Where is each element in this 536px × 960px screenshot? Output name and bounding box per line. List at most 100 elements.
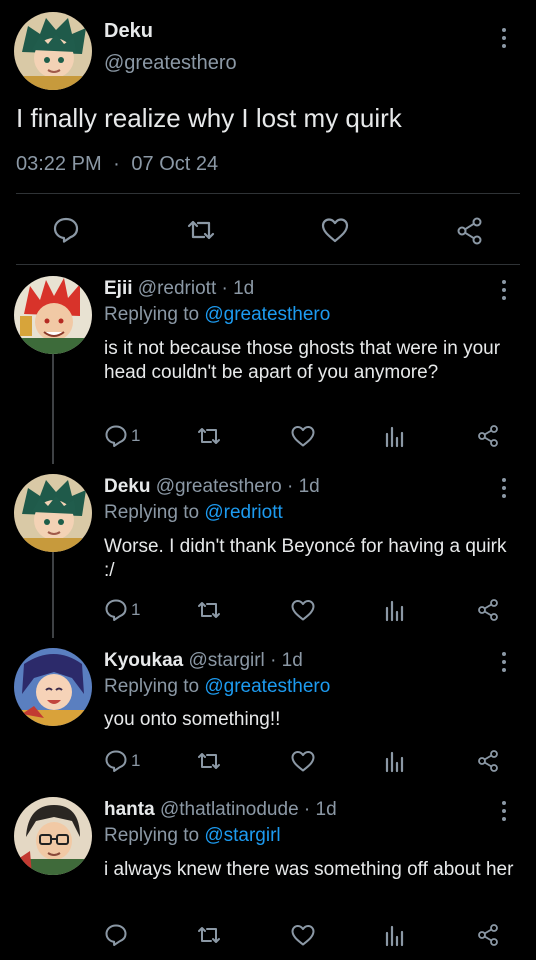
reply-button[interactable]: [104, 923, 128, 947]
stats-button[interactable]: [384, 923, 406, 947]
heart-icon: [291, 751, 315, 772]
reply-icon: [105, 599, 127, 621]
share-button[interactable]: [455, 216, 485, 246]
share-icon: [478, 599, 498, 621]
retweet-icon: [198, 602, 220, 618]
thread-line: [52, 354, 54, 464]
reply-button[interactable]: [52, 216, 80, 244]
reply-author-name[interactable]: Ejii: [104, 278, 133, 299]
reply-header: Kyoukaa @stargirl · 1d: [104, 650, 303, 672]
retweet-button[interactable]: [196, 598, 222, 622]
share-icon: [478, 425, 498, 447]
heart-icon: [291, 600, 315, 621]
replying-label: Replying to: [104, 676, 200, 697]
meta-separator: ·: [221, 278, 228, 299]
meta-separator: ·: [287, 476, 294, 497]
tweet-text: I finally realize why I lost my quirk: [16, 103, 402, 133]
replying-label: Replying to: [104, 502, 200, 523]
reply-text: Worse. I didn't thank Beyoncé for having…: [104, 536, 507, 581]
reply-count: 1: [131, 426, 141, 445]
reply-author-name[interactable]: hanta: [104, 799, 155, 820]
like-button[interactable]: [290, 424, 316, 448]
retweet-icon: [198, 428, 220, 444]
replying-to: Replying to @redriott: [104, 502, 283, 524]
heart-icon: [291, 426, 315, 447]
avatar[interactable]: [14, 474, 92, 552]
author-name[interactable]: Deku: [104, 20, 153, 43]
author-handle[interactable]: @greatesthero: [104, 52, 237, 75]
reply-text: you onto something!!: [104, 709, 281, 730]
share-button[interactable]: [476, 424, 500, 448]
retweet-button[interactable]: [196, 923, 222, 947]
more-dots-icon[interactable]: [498, 478, 510, 498]
tweet-date: 07 Oct 24: [131, 153, 219, 175]
meta-separator: ·: [113, 153, 120, 175]
avatar[interactable]: [14, 276, 92, 354]
mention-link[interactable]: @greatesthero: [204, 676, 330, 697]
reply-author-handle[interactable]: @greatesthero: [156, 476, 282, 497]
divider: [16, 193, 520, 194]
avatar[interactable]: [14, 797, 92, 875]
more-dots-icon[interactable]: [498, 28, 510, 48]
mention-link[interactable]: @greatesthero: [204, 304, 330, 325]
stats-button[interactable]: [384, 424, 406, 448]
like-button[interactable]: [290, 598, 316, 622]
heart-icon: [291, 925, 315, 946]
reply-author-handle[interactable]: @thatlatinodude: [160, 799, 299, 820]
reply-author-handle[interactable]: @redriott: [138, 278, 216, 299]
more-dots-icon[interactable]: [498, 280, 510, 300]
stats-icon: [385, 751, 404, 773]
heart-icon: [321, 218, 349, 243]
reply-time: 1d: [281, 650, 303, 671]
retweet-button[interactable]: [196, 749, 222, 773]
reply-icon: [105, 750, 127, 772]
stats-button[interactable]: [384, 598, 406, 622]
reply-time: 1d: [233, 278, 255, 299]
divider: [16, 264, 520, 265]
stats-icon: [385, 426, 404, 448]
avatar-deku: [14, 12, 92, 90]
share-button[interactable]: [476, 923, 500, 947]
reply-button[interactable]: 1: [104, 749, 140, 773]
reply-count: 1: [131, 600, 141, 619]
tweet-time: 03:22 PM: [16, 153, 102, 175]
meta-separator: ·: [270, 650, 277, 671]
replying-to: Replying to @greatesthero: [104, 676, 330, 698]
reply-icon: [105, 425, 127, 447]
mention-link[interactable]: @redriott: [204, 502, 282, 523]
thread-line: [52, 552, 54, 638]
reply-author-name[interactable]: Deku: [104, 476, 150, 497]
more-dots-icon[interactable]: [498, 652, 510, 672]
avatar[interactable]: [14, 648, 92, 726]
avatar-deku: [14, 474, 92, 552]
replying-label: Replying to: [104, 304, 200, 325]
reply-header: hanta @thatlatinodude · 1d: [104, 799, 337, 821]
share-button[interactable]: [476, 598, 500, 622]
reply-button[interactable]: 1: [104, 424, 140, 448]
tweet-timestamp: 03:22 PM · 07 Oct 24: [16, 153, 218, 176]
stats-icon: [385, 925, 404, 947]
reply-text: is it not because those ghosts that were…: [104, 338, 501, 383]
avatar[interactable]: [14, 12, 92, 90]
reply-text: i always knew there was something off ab…: [104, 859, 514, 880]
stats-button[interactable]: [384, 749, 406, 773]
retweet-icon: [198, 753, 220, 769]
retweet-icon: [187, 220, 215, 240]
like-button[interactable]: [290, 923, 316, 947]
mention-link[interactable]: @stargirl: [204, 825, 280, 846]
reply-icon: [105, 924, 127, 946]
reply-button[interactable]: 1: [104, 598, 140, 622]
reply-author-name[interactable]: Kyoukaa: [104, 650, 183, 671]
reply-author-handle[interactable]: @stargirl: [188, 650, 264, 671]
like-button[interactable]: [320, 216, 350, 244]
more-dots-icon[interactable]: [498, 801, 510, 821]
retweet-button[interactable]: [186, 216, 216, 244]
reply-time: 1d: [298, 476, 320, 497]
retweet-button[interactable]: [196, 424, 222, 448]
replying-to: Replying to @greatesthero: [104, 304, 330, 326]
stats-icon: [385, 600, 404, 622]
like-button[interactable]: [290, 749, 316, 773]
avatar-hanta: [14, 797, 92, 875]
share-button[interactable]: [476, 749, 500, 773]
retweet-icon: [198, 927, 220, 943]
